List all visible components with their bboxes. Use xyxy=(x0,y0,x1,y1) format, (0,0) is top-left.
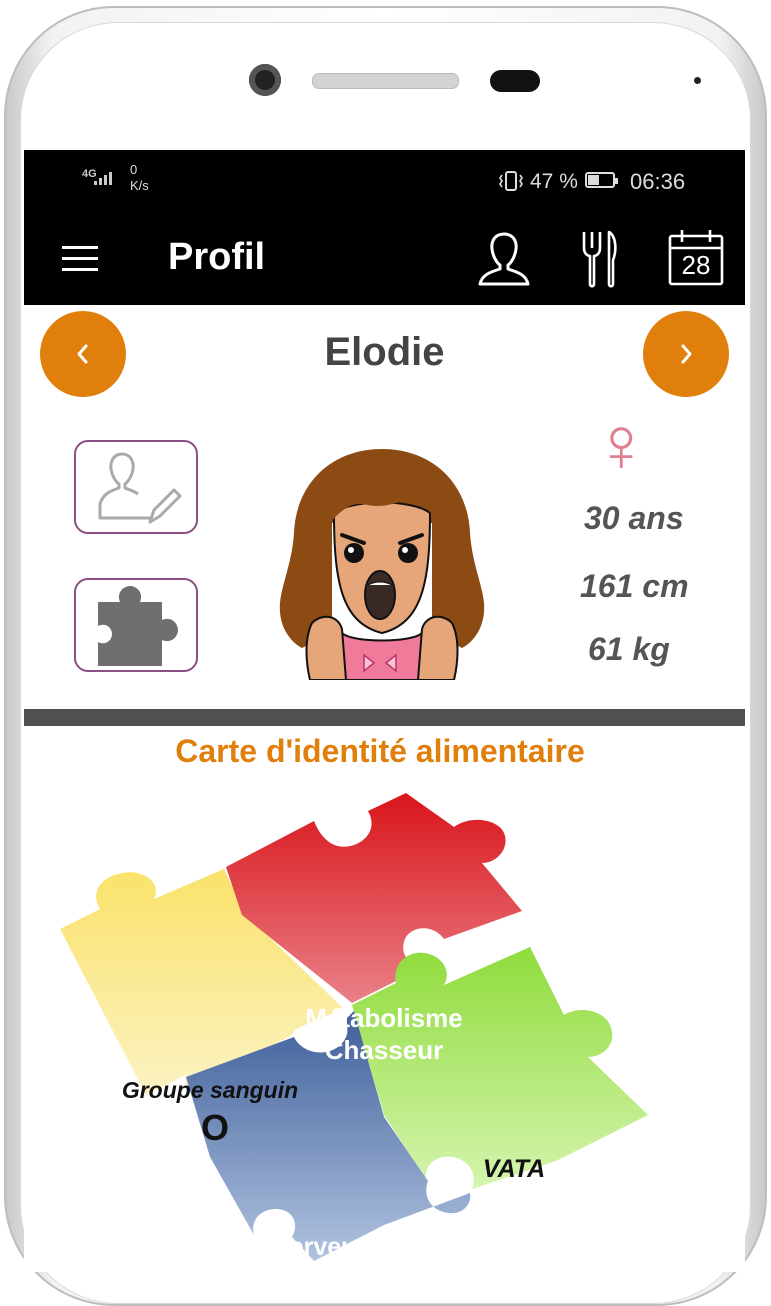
edit-user-icon xyxy=(98,452,182,524)
signal-icon xyxy=(94,172,112,185)
fork-knife-icon[interactable] xyxy=(580,228,620,290)
earpiece-speaker xyxy=(312,73,459,89)
metabolism-label-line1: Métabolisme xyxy=(305,1003,463,1033)
clock: 06:36 xyxy=(630,169,686,194)
vibrate-icon xyxy=(499,171,523,191)
speed-unit: K/s xyxy=(130,178,149,193)
network-speed: 0 K/s xyxy=(130,162,149,194)
profile-name: Elodie xyxy=(324,330,445,374)
section-divider xyxy=(24,709,745,726)
age-value: 30 ans xyxy=(584,500,684,536)
calendar-day: 28 xyxy=(681,250,711,280)
next-profile-button[interactable] xyxy=(643,311,729,397)
identity-puzzle: Groupe sanguin O Métabolisme Chasseur VA… xyxy=(24,785,745,1265)
app-bar: Profil 28 xyxy=(24,212,745,305)
chevron-right-icon xyxy=(681,344,692,364)
edit-profile-button[interactable] xyxy=(74,440,198,534)
identity-card-title: Carte d'identité alimentaire xyxy=(175,733,585,769)
blood-group-value: O xyxy=(200,1107,229,1148)
proximity-sensor xyxy=(490,70,540,92)
dosha-label: VATA xyxy=(482,1155,546,1183)
page-title: Profil xyxy=(168,236,266,278)
battery-icon xyxy=(585,172,618,188)
puzzle-piece-icon xyxy=(98,586,178,666)
avatar xyxy=(279,449,485,680)
profile-type-label: Nerveux xyxy=(271,1233,371,1261)
food-identity-button[interactable] xyxy=(74,578,198,672)
blood-group-label: Groupe sanguin xyxy=(121,1077,299,1103)
female-icon: ♀ xyxy=(592,400,651,488)
app-screen: 4G 0 K/s 47 % 06:36 Profil 28 Elodie ♀ 3… xyxy=(24,150,745,1272)
calendar-icon[interactable]: 28 xyxy=(668,228,724,286)
menu-icon[interactable] xyxy=(62,246,98,272)
height-value: 161 cm xyxy=(580,568,689,604)
battery-percent: 47 % xyxy=(530,170,578,193)
light-sensor xyxy=(694,77,701,84)
status-bar: 4G 0 K/s 47 % 06:36 xyxy=(24,150,745,212)
metabolism-label-line2: Chasseur xyxy=(324,1035,444,1065)
speed-value: 0 xyxy=(130,162,138,177)
profile-content: Elodie ♀ 30 ans 161 cm 61 kg Carte d'ide… xyxy=(24,305,745,1272)
front-camera xyxy=(249,64,281,96)
weight-value: 61 kg xyxy=(588,631,670,667)
user-icon[interactable] xyxy=(476,228,532,288)
